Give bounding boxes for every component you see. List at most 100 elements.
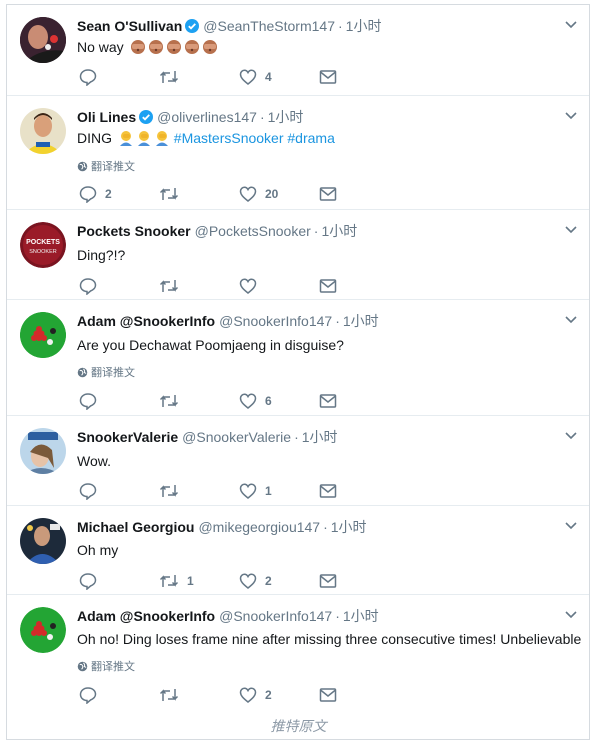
retweet-button[interactable]: 1 xyxy=(159,571,194,591)
tweet-item[interactable]: Adam @SnookerInfo @SnookerInfo147 · 1小时 … xyxy=(7,300,589,416)
see-no-evil-monkey-emoji xyxy=(184,40,199,54)
chevron-down-icon[interactable] xyxy=(565,21,577,29)
retweet-button[interactable] xyxy=(159,184,187,204)
author-name[interactable]: Adam @SnookerInfo xyxy=(77,608,215,624)
tweet-item[interactable]: Michael Georgiou @mikegeorgiou147 · 1小时 … xyxy=(7,506,589,595)
tweet-item[interactable]: Adam @SnookerInfo @SnookerInfo147 · 1小时 … xyxy=(7,595,589,711)
avatar[interactable] xyxy=(20,428,66,474)
envelope-icon xyxy=(319,394,337,408)
verified-badge-icon xyxy=(185,19,200,33)
avatar[interactable] xyxy=(20,312,66,358)
tweet-item[interactable]: Sean O'Sullivan @SeanTheStorm147 · 1小时 N… xyxy=(7,5,589,96)
timestamp[interactable]: 1小时 xyxy=(331,517,367,537)
translate-tweet-link[interactable]: 翻译推文 xyxy=(77,364,135,380)
author-handle[interactable]: @SnookerValerie xyxy=(182,429,291,445)
like-button[interactable]: 2 xyxy=(239,685,272,705)
like-button[interactable]: 4 xyxy=(239,67,272,87)
avatar-label-pockets: POCKETS xyxy=(26,239,60,246)
like-button[interactable]: 2 xyxy=(239,571,272,591)
chevron-down-icon[interactable] xyxy=(565,522,577,530)
author-name[interactable]: Adam @SnookerInfo xyxy=(77,313,215,329)
direct-message-button[interactable] xyxy=(319,184,337,204)
direct-message-button[interactable] xyxy=(319,391,337,411)
retweet-button[interactable] xyxy=(159,685,187,705)
author-name[interactable]: Oli Lines xyxy=(77,109,136,125)
avatar[interactable] xyxy=(20,108,66,154)
author-name[interactable]: Pockets Snooker xyxy=(77,223,191,239)
see-no-evil-monkey-emoji xyxy=(148,40,163,54)
like-count: 2 xyxy=(265,574,272,588)
chevron-down-icon[interactable] xyxy=(565,611,577,619)
heart-icon xyxy=(239,687,257,703)
heart-icon xyxy=(239,186,257,202)
author-handle[interactable]: @SnookerInfo147 xyxy=(219,313,332,329)
tweet-text: Oh no! Ding loses frame nine after missi… xyxy=(77,630,581,648)
hashtag-links[interactable]: #MastersSnooker #drama xyxy=(174,130,335,146)
reply-button[interactable] xyxy=(79,685,105,705)
chevron-down-icon[interactable] xyxy=(565,112,577,120)
timestamp[interactable]: 1小时 xyxy=(321,221,357,241)
reply-button[interactable] xyxy=(79,391,105,411)
tweet-text-body: Oh my xyxy=(77,542,119,558)
author-name[interactable]: SnookerValerie xyxy=(77,429,178,445)
direct-message-button[interactable] xyxy=(319,276,337,296)
envelope-icon xyxy=(319,688,337,702)
author-name[interactable]: Sean O'Sullivan xyxy=(77,18,182,34)
direct-message-button[interactable] xyxy=(319,571,337,591)
timestamp[interactable]: 1小时 xyxy=(343,606,379,626)
retweet-button[interactable] xyxy=(159,276,187,296)
tweet-text-body: Are you Dechawat Poomjaeng in disguise? xyxy=(77,337,344,353)
tweet-text: Ding?!? xyxy=(77,246,125,264)
avatar[interactable] xyxy=(20,17,66,63)
retweet-icon xyxy=(159,575,179,587)
like-button[interactable]: 20 xyxy=(239,184,278,204)
avatar[interactable] xyxy=(20,607,66,653)
retweet-button[interactable] xyxy=(159,391,187,411)
like-button[interactable]: 6 xyxy=(239,391,272,411)
translate-tweet-link[interactable]: 翻译推文 xyxy=(77,658,135,674)
reply-button[interactable] xyxy=(79,481,105,501)
direct-message-button[interactable] xyxy=(319,481,337,501)
reply-icon xyxy=(79,278,97,295)
translate-label: 翻译推文 xyxy=(91,367,135,379)
author-handle[interactable]: @SnookerInfo147 xyxy=(219,608,332,624)
author-handle[interactable]: @oliverlines147 xyxy=(157,109,257,125)
reply-button[interactable]: 2 xyxy=(79,184,112,204)
like-count: 4 xyxy=(265,70,272,84)
heart-icon xyxy=(239,278,257,294)
verified-badge-icon xyxy=(139,110,154,124)
like-button[interactable] xyxy=(239,276,265,296)
timestamp[interactable]: 1小时 xyxy=(343,311,379,331)
author-handle[interactable]: @PocketsSnooker xyxy=(195,223,311,239)
like-button[interactable]: 1 xyxy=(239,481,272,501)
separator-dot: · xyxy=(323,519,328,535)
reply-icon xyxy=(79,69,97,86)
retweet-button[interactable] xyxy=(159,67,187,87)
heart-icon xyxy=(239,393,257,409)
author-handle[interactable]: @SeanTheStorm147 xyxy=(203,18,335,34)
like-count: 2 xyxy=(265,688,272,702)
direct-message-button[interactable] xyxy=(319,685,337,705)
reply-button[interactable] xyxy=(79,67,105,87)
retweet-icon xyxy=(159,689,179,701)
timestamp[interactable]: 1小时 xyxy=(302,427,338,447)
avatar[interactable] xyxy=(20,518,66,564)
avatar[interactable]: POCKETS SNOOKER xyxy=(20,222,66,268)
translate-tweet-link[interactable]: 翻译推文 xyxy=(77,158,135,174)
reply-button[interactable] xyxy=(79,276,105,296)
chevron-down-icon[interactable] xyxy=(565,226,577,234)
timestamp[interactable]: 1小时 xyxy=(346,16,382,36)
tweet-item[interactable]: Oli Lines @oliverlines147 · 1小时 DING #Ma… xyxy=(7,96,589,210)
chevron-down-icon[interactable] xyxy=(565,432,577,440)
direct-message-button[interactable] xyxy=(319,67,337,87)
reply-button[interactable] xyxy=(79,571,105,591)
tweet-item[interactable]: POCKETS SNOOKER Pockets Snooker @Pockets… xyxy=(7,210,589,300)
retweet-button[interactable] xyxy=(159,481,187,501)
chevron-down-icon[interactable] xyxy=(565,316,577,324)
author-name[interactable]: Michael Georgiou xyxy=(77,519,194,535)
tweet-item[interactable]: SnookerValerie @SnookerValerie · 1小时 Wow… xyxy=(7,416,589,506)
timestamp[interactable]: 1小时 xyxy=(268,107,304,127)
action-bar: 2 xyxy=(79,685,349,705)
author-handle[interactable]: @mikegeorgiou147 xyxy=(198,519,320,535)
see-no-evil-monkey-emoji xyxy=(130,40,145,54)
